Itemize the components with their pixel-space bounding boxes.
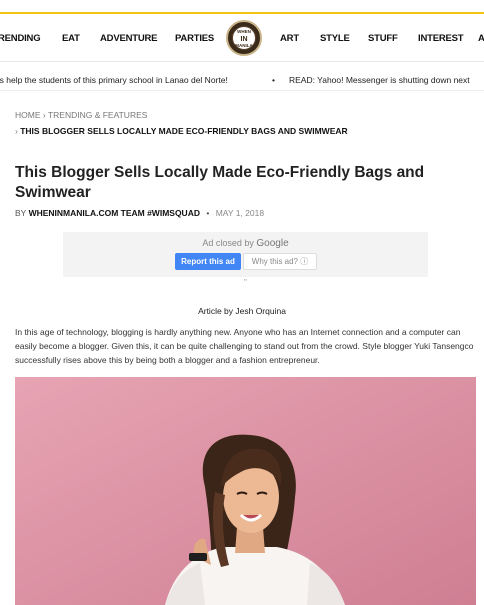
breadcrumb-separator: › xyxy=(42,110,46,120)
site-logo[interactable]: WHEN IN MANILA xyxy=(226,20,262,56)
ad-quote-mark: " xyxy=(244,278,247,287)
article-title: This Blogger Sells Locally Made Eco-Frie… xyxy=(15,164,425,201)
ticker-item[interactable]: READ: Yahoo! Messenger is shutting down … xyxy=(289,75,470,85)
breadcrumb-current: › THIS BLOGGER SELLS LOCALLY MADE ECO-FR… xyxy=(15,126,348,136)
article-byline: BY WHENINMANILA.COM TEAM #WIMSQUAD • MAY… xyxy=(15,208,264,218)
report-ad-button[interactable]: Report this ad xyxy=(175,253,241,270)
logo-text-top: WHEN xyxy=(237,29,251,34)
nav-item-eat[interactable]: EAT xyxy=(62,33,80,44)
main-nav: RENDING EAT ADVENTURE PARTIES WHEN IN MA… xyxy=(0,14,484,62)
top-accent-bar xyxy=(0,0,484,14)
nav-item-more[interactable]: A xyxy=(478,33,484,44)
nav-item-parties[interactable]: PARTIES xyxy=(175,33,214,44)
ad-closed-label: Ad closed by Google xyxy=(63,238,428,249)
ad-closed-text: Ad closed by xyxy=(202,238,254,248)
nav-item-adventure[interactable]: ADVENTURE xyxy=(100,33,158,44)
breadcrumb-separator: › xyxy=(15,126,18,136)
nav-item-stuff[interactable]: STUFF xyxy=(368,33,398,44)
breadcrumb: HOME › TRENDING & FEATURES xyxy=(15,110,147,120)
nav-item-trending[interactable]: RENDING xyxy=(0,33,41,44)
logo-badge: WHEN IN MANILA xyxy=(232,26,256,50)
nav-item-art[interactable]: ART xyxy=(280,33,299,44)
breadcrumb-home[interactable]: HOME xyxy=(15,110,41,120)
breadcrumb-current-label: THIS BLOGGER SELLS LOCALLY MADE ECO-FRIE… xyxy=(20,126,348,136)
woman-portrait-image xyxy=(15,377,476,605)
logo-text-bottom: MANILA xyxy=(235,43,253,48)
why-this-ad-button[interactable]: Why this ad? ⓘ xyxy=(243,253,317,270)
breadcrumb-category[interactable]: TRENDING & FEATURES xyxy=(48,110,148,120)
nav-item-style[interactable]: STYLE xyxy=(320,33,350,44)
article-credit: Article by Jesh Orquina xyxy=(198,306,286,316)
news-ticker: 's help the students of this primary sch… xyxy=(0,69,484,91)
ticker-separator: • xyxy=(272,75,275,85)
byline-separator: • xyxy=(206,208,210,218)
ticker-item[interactable]: 's help the students of this primary sch… xyxy=(0,75,228,85)
ad-closed-panel: Ad closed by Google Report this ad Why t… xyxy=(63,232,428,277)
article-hero-image xyxy=(15,377,476,605)
byline-prefix: BY xyxy=(15,208,27,218)
byline-date: MAY 1, 2018 xyxy=(215,208,265,218)
logo-text-middle: IN xyxy=(240,36,248,43)
google-label: Google xyxy=(256,238,289,249)
article-paragraph: In this age of technology, blogging is h… xyxy=(15,327,474,365)
nav-item-interest[interactable]: INTEREST xyxy=(418,33,464,44)
byline-author-link[interactable]: WHENINMANILA.COM TEAM #WIMSQUAD xyxy=(29,208,200,218)
